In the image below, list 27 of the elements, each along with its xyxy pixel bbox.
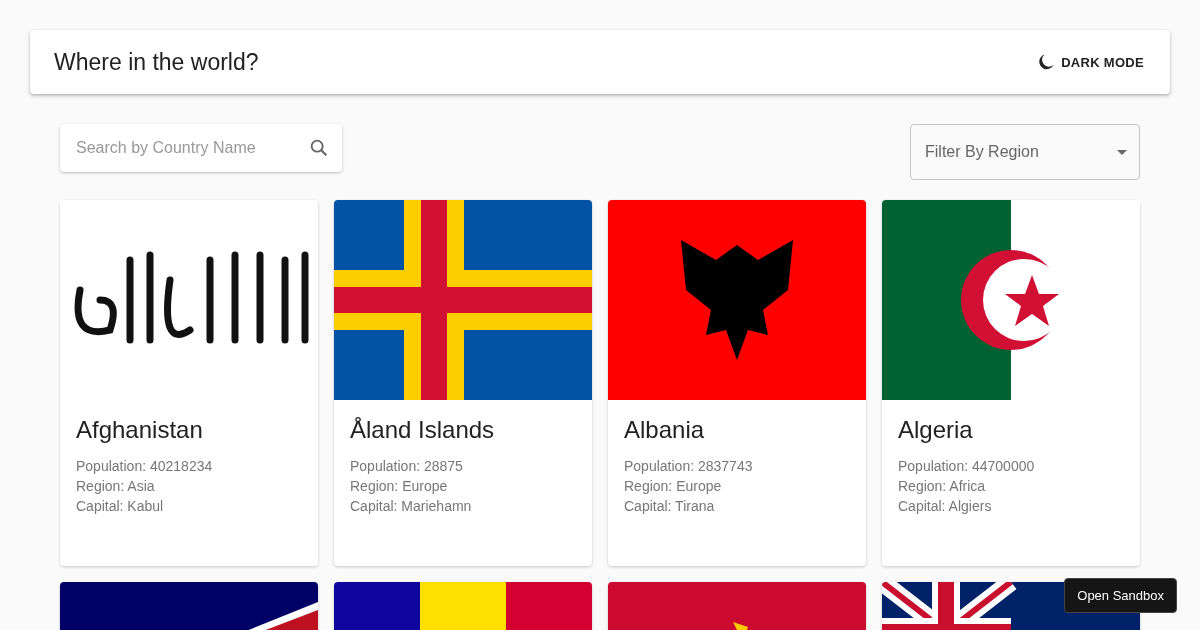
country-detail: Population: 2837743 (624, 457, 754, 476)
country-detail: Population: 28875 (350, 457, 464, 476)
dark-mode-button[interactable]: DARK MODE (1029, 47, 1152, 77)
country-name: Algeria (898, 416, 974, 444)
country-card[interactable]: Albania Population: 2837743 Region: Europe Capital: Tirana (608, 200, 866, 566)
country-detail: Region: Europe (624, 477, 723, 496)
country-detail: Capital: Tirana (624, 497, 716, 516)
caret-icon (1117, 149, 1127, 155)
country-name: Albania (624, 416, 706, 444)
country-detail: Population: 44700000 (898, 457, 1036, 476)
country-card[interactable]: Afghanistan Population: 40218234 Region: Asia Capital: Kabul (60, 200, 318, 566)
country-detail: Region: Africa (898, 477, 987, 496)
country-detail: Population: 40218234 (76, 457, 214, 476)
open-sandbox-button[interactable]: Open Sandbox (1064, 578, 1177, 613)
country-name: Åland Islands (350, 416, 496, 444)
country-detail: Region: Europe (350, 477, 449, 496)
app-title: Where in the world? (54, 48, 259, 76)
search-field[interactable]: Search by Country Name (60, 124, 342, 172)
country-detail: Region: Asia (76, 477, 156, 496)
country-detail: Capital: Mariehamn (350, 497, 473, 516)
country-detail: Capital: Algiers (898, 497, 993, 516)
country-name: Afghanistan (76, 416, 204, 444)
search-icon (308, 137, 330, 159)
region-select[interactable]: Filter By Region (910, 124, 1140, 180)
country-detail: Capital: Kabul (76, 497, 165, 516)
country-card[interactable]: Algeria Population: 44700000 Region: Africa Capital: Algiers (882, 200, 1140, 566)
country-card[interactable]: Åland Islands Population: 28875 Region: Europe Capital: Mariehamn (334, 200, 592, 566)
